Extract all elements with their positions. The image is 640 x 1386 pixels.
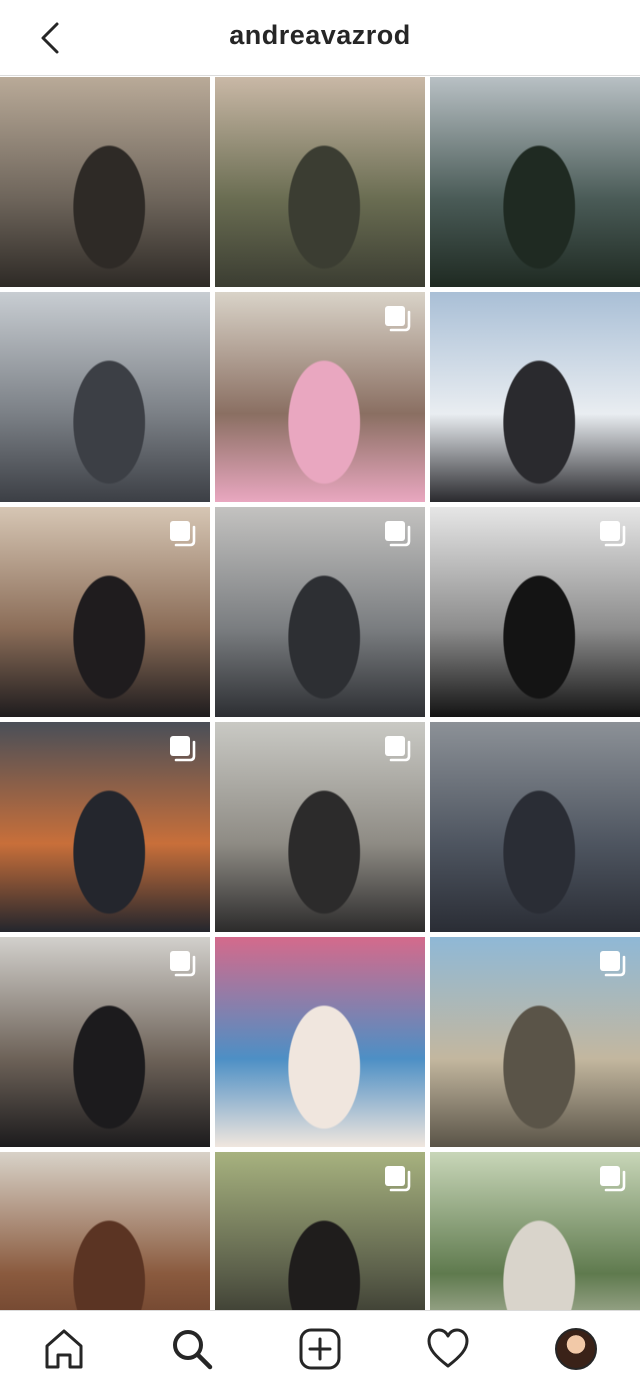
post-thumbnail[interactable] <box>0 937 210 1147</box>
nav-search-button[interactable] <box>160 1317 224 1381</box>
search-icon <box>173 1329 213 1369</box>
post-thumbnail[interactable] <box>215 937 425 1147</box>
post-thumbnail[interactable] <box>215 507 425 717</box>
post-thumbnail[interactable] <box>430 507 640 717</box>
carousel-icon <box>170 736 196 762</box>
nav-new-post-button[interactable] <box>288 1317 352 1381</box>
post-thumbnail[interactable] <box>0 77 210 287</box>
nav-home-button[interactable] <box>32 1317 96 1381</box>
post-thumbnail[interactable] <box>0 722 210 932</box>
avatar <box>555 1327 597 1370</box>
post-thumbnail[interactable] <box>0 292 210 502</box>
post-thumbnail[interactable] <box>430 937 640 1147</box>
home-icon <box>45 1329 83 1368</box>
carousel-icon <box>170 951 196 977</box>
carousel-icon <box>385 1166 411 1192</box>
carousel-icon <box>600 1166 626 1192</box>
post-thumbnail[interactable] <box>215 722 425 932</box>
profile-username: andreavazrod <box>229 20 411 50</box>
posts-grid <box>0 77 640 1385</box>
bottom-navigation <box>0 1310 640 1386</box>
carousel-icon <box>385 521 411 547</box>
add-post-icon <box>299 1328 341 1369</box>
post-thumbnail[interactable] <box>430 722 640 932</box>
post-thumbnail[interactable] <box>0 507 210 717</box>
nav-profile-button[interactable] <box>544 1317 608 1381</box>
carousel-icon <box>385 736 411 762</box>
nav-activity-button[interactable] <box>416 1317 480 1381</box>
carousel-icon <box>600 521 626 547</box>
top-bar: andreavazrod <box>0 0 640 76</box>
post-thumbnail[interactable] <box>430 292 640 502</box>
carousel-icon <box>170 521 196 547</box>
carousel-icon <box>385 306 411 332</box>
heart-icon <box>427 1328 469 1367</box>
post-thumbnail[interactable] <box>215 77 425 287</box>
carousel-icon <box>600 951 626 977</box>
post-thumbnail[interactable] <box>215 292 425 502</box>
post-thumbnail[interactable] <box>430 77 640 287</box>
